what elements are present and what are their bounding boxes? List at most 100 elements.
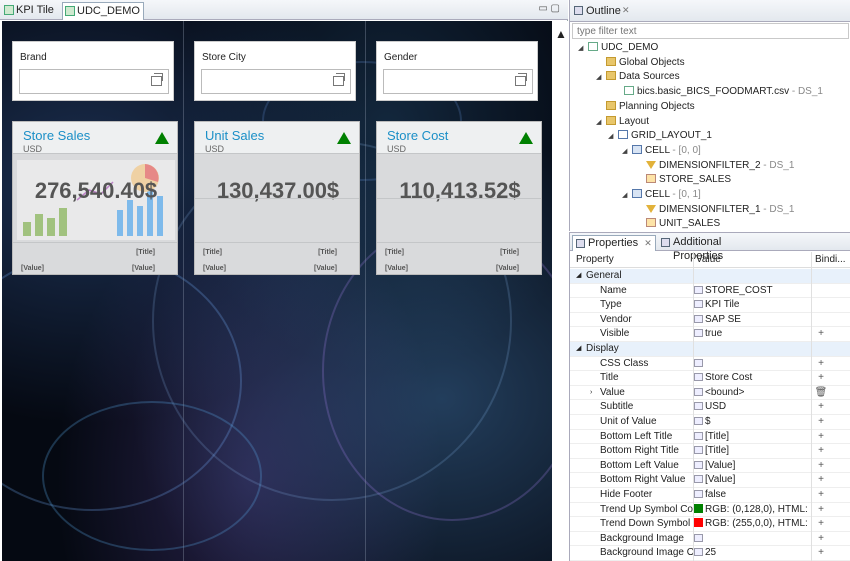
kpi-tile-unit-sales[interactable]: Unit Sales USD 130,437.00$ [Title] [Titl… [194, 121, 360, 275]
property-row[interactable]: Name STORE_COST [570, 284, 850, 299]
property-value[interactable]: $ [694, 415, 810, 430]
property-name: Trend Up Symbol Colo [600, 503, 693, 515]
maximize-icon[interactable]: ▢ [551, 3, 560, 14]
tree-node[interactable]: ◢ CELL - [0, 1] [622, 188, 701, 202]
property-row[interactable]: Visible true + [570, 327, 850, 342]
property-value[interactable]: [Value] [694, 459, 810, 474]
tree-node[interactable]: ◢ GRID_LAYOUT_1 [608, 129, 712, 143]
property-value[interactable]: STORE_COST [694, 284, 810, 299]
property-row[interactable]: Title Store Cost + [570, 371, 850, 386]
property-value[interactable] [694, 532, 810, 547]
property-value[interactable]: [Title] [694, 444, 810, 459]
add-binding-icon[interactable]: + [814, 371, 828, 386]
property-row[interactable]: Trend Down Symbol C RGB: (255,0,0), HTML:… [570, 517, 850, 532]
add-binding-icon[interactable]: + [814, 459, 828, 474]
property-value[interactable]: [Title] [694, 430, 810, 445]
bottom-right-value: [Value] [496, 265, 519, 272]
vertical-scrollbar[interactable]: ▲ [552, 21, 568, 561]
property-row[interactable]: Trend Up Symbol Colo RGB: (0,128,0), HTML… [570, 503, 850, 518]
tab-kpi-tile[interactable]: KPI Tile [2, 2, 58, 20]
add-binding-icon[interactable]: + [814, 532, 828, 547]
add-binding-icon[interactable]: + [814, 357, 828, 372]
value-help-icon[interactable] [151, 73, 163, 86]
property-row[interactable]: Type KPI Tile [570, 298, 850, 313]
close-icon[interactable]: ✕ [644, 238, 652, 248]
tab-properties[interactable]: Properties ✕ [572, 235, 656, 251]
property-category[interactable]: ◢ Display [570, 342, 850, 357]
add-binding-icon[interactable]: + [814, 327, 828, 342]
property-row[interactable]: Hide Footer false + [570, 488, 850, 503]
expand-arrow-icon[interactable]: ◢ [608, 130, 618, 144]
expand-arrow-icon[interactable]: › [590, 386, 592, 401]
add-binding-icon[interactable]: + [814, 400, 828, 415]
property-value[interactable]: true [694, 327, 810, 342]
expand-arrow-icon[interactable]: ◢ [578, 42, 588, 56]
close-icon[interactable]: ✕ [622, 5, 630, 16]
tab-udc-demo[interactable]: UDC_DEMO ✕ [62, 2, 144, 32]
add-binding-icon[interactable]: + [814, 517, 828, 532]
delete-binding-icon[interactable]: 🗑 [814, 386, 828, 401]
property-value[interactable]: USD [694, 400, 810, 415]
tree-node[interactable]: ◢ Layout [596, 115, 649, 129]
add-binding-icon[interactable]: + [814, 473, 828, 488]
property-row[interactable]: Bottom Right Title [Title] + [570, 444, 850, 459]
tree-node[interactable]: DIMENSIONFILTER_1 - DS_1 [636, 203, 794, 217]
property-value[interactable]: RGB: (0,128,0), HTML: ... [694, 503, 810, 518]
property-value[interactable]: false [694, 488, 810, 503]
property-row[interactable]: Subtitle USD + [570, 400, 850, 415]
add-binding-icon[interactable]: + [814, 444, 828, 459]
tree-node[interactable]: Planning Objects [596, 100, 695, 114]
add-binding-icon[interactable]: + [814, 430, 828, 445]
add-binding-icon[interactable]: + [814, 503, 828, 518]
property-value[interactable]: Store Cost [694, 371, 810, 386]
property-row[interactable]: Background Image Op 25 + [570, 546, 850, 561]
filter-input[interactable] [19, 69, 169, 94]
kpi-tile-store-cost[interactable]: Store Cost USD 110,413.52$ [Title] [Titl… [376, 121, 542, 275]
add-binding-icon[interactable]: + [814, 546, 828, 561]
property-value[interactable]: KPI Tile [694, 298, 810, 313]
expand-arrow-icon[interactable]: ◢ [622, 189, 632, 203]
expand-arrow-icon[interactable]: ◢ [596, 116, 606, 130]
property-value[interactable]: [Value] [694, 473, 810, 488]
property-value[interactable]: RGB: (255,0,0), HTML: r... [694, 517, 810, 532]
add-binding-icon[interactable]: + [814, 488, 828, 503]
value-help-icon[interactable] [333, 73, 345, 86]
property-value[interactable]: <bound> [694, 386, 810, 401]
scroll-up-icon[interactable]: ▲ [555, 27, 567, 41]
tree-node[interactable]: ◢ CELL - [0, 0] [622, 144, 701, 158]
property-value[interactable] [694, 357, 810, 372]
value-help-icon[interactable] [515, 73, 527, 86]
property-value[interactable]: SAP SE [694, 313, 810, 328]
add-binding-icon[interactable]: + [814, 415, 828, 430]
tree-node[interactable]: ◢ UDC_DEMO [578, 41, 658, 55]
minimize-icon[interactable]: ▭ [538, 3, 547, 14]
tree-node[interactable]: STORE_SALES [636, 173, 731, 187]
tree-node[interactable]: Global Objects [596, 56, 685, 70]
property-row[interactable]: Bottom Left Title [Title] + [570, 430, 850, 445]
collapse-arrow-icon[interactable]: ◢ [576, 342, 581, 357]
property-row[interactable]: Bottom Left Value [Value] + [570, 459, 850, 474]
property-value[interactable]: 25 [694, 546, 810, 561]
tree-node[interactable]: UNIT_SALES [636, 217, 720, 231]
tab-additional-properties[interactable]: Additional Properties [658, 235, 762, 262]
expand-arrow-icon[interactable]: ◢ [596, 71, 606, 85]
expand-arrow-icon[interactable]: ◢ [622, 145, 632, 159]
outline-filter-input[interactable] [572, 23, 849, 39]
kpi-tile-store-sales[interactable]: Store Sales USD 276,540.40$ [Title] [Val… [12, 121, 178, 275]
property-row[interactable]: Vendor SAP SE [570, 313, 850, 328]
property-row[interactable]: › Value <bound> 🗑 [570, 386, 850, 401]
filter-input[interactable] [383, 69, 533, 94]
tree-node[interactable]: DIMENSIONFILTER_2 - DS_1 [636, 159, 794, 173]
property-row[interactable]: Background Image + [570, 532, 850, 547]
property-row[interactable]: CSS Class + [570, 357, 850, 372]
property-row[interactable]: Bottom Right Value [Value] + [570, 473, 850, 488]
property-value-text: <bound> [705, 386, 745, 398]
property-category[interactable]: ◢ General [570, 269, 850, 284]
collapse-arrow-icon[interactable]: ◢ [576, 269, 581, 284]
value-type-icon [694, 373, 703, 382]
tree-node[interactable]: ◢ Data Sources [596, 70, 680, 84]
kpi-subtitle: USD [205, 144, 225, 154]
property-row[interactable]: Unit of Value $ + [570, 415, 850, 430]
tree-node[interactable]: bics.basic_BICS_FOODMART.csv - DS_1 [614, 85, 823, 99]
filter-input[interactable] [201, 69, 351, 94]
